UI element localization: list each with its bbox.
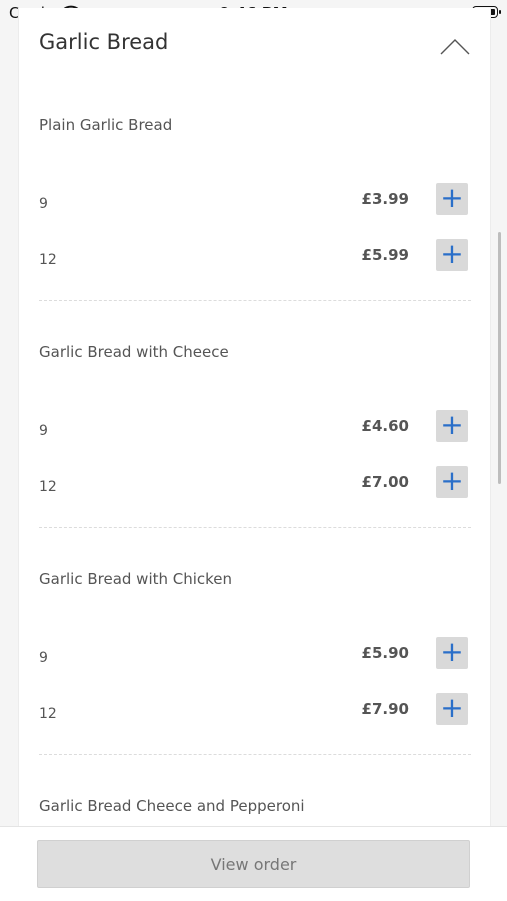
add-button[interactable]: + bbox=[436, 183, 468, 215]
chevron-up-icon[interactable] bbox=[435, 34, 475, 60]
size-label: 9 bbox=[39, 650, 48, 666]
price-label: £7.90 bbox=[361, 700, 409, 718]
size-label: 12 bbox=[39, 479, 57, 495]
plus-icon: + bbox=[440, 464, 464, 497]
price-label: £5.90 bbox=[361, 644, 409, 662]
plus-icon: + bbox=[440, 635, 464, 668]
price-label: £4.60 bbox=[361, 417, 409, 435]
plus-icon: + bbox=[440, 408, 464, 441]
size-label: 12 bbox=[39, 252, 57, 268]
add-button[interactable]: + bbox=[436, 239, 468, 271]
size-label: 9 bbox=[39, 196, 48, 212]
view-order-button[interactable]: View order bbox=[37, 840, 470, 888]
plus-icon: + bbox=[440, 691, 464, 724]
bottom-bar: View order bbox=[0, 826, 507, 901]
add-button[interactable]: + bbox=[436, 410, 468, 442]
section-title: Garlic Bread bbox=[39, 30, 169, 54]
item-divider bbox=[39, 527, 471, 528]
price-label: £7.00 bbox=[361, 473, 409, 491]
add-button[interactable]: + bbox=[436, 466, 468, 498]
menu-item-name: Garlic Bread with Cheece bbox=[39, 343, 229, 361]
add-button[interactable]: + bbox=[436, 693, 468, 725]
menu-item-name: Garlic Bread Cheece and Pepperoni bbox=[39, 797, 305, 815]
plus-icon: + bbox=[440, 237, 464, 270]
item-divider bbox=[39, 300, 471, 301]
price-label: £5.99 bbox=[361, 246, 409, 264]
scrollbar[interactable] bbox=[498, 232, 501, 484]
size-label: 9 bbox=[39, 423, 48, 439]
plus-icon: + bbox=[440, 181, 464, 214]
menu-item-name: Garlic Bread with Chicken bbox=[39, 570, 233, 588]
add-button[interactable]: + bbox=[436, 637, 468, 669]
price-label: £3.99 bbox=[361, 190, 409, 208]
item-divider bbox=[39, 754, 471, 755]
menu-section-card: Garlic Bread Plain Garlic Bread 9 £3.99 … bbox=[18, 8, 491, 848]
menu-item-name: Plain Garlic Bread bbox=[39, 116, 173, 134]
size-label: 12 bbox=[39, 706, 57, 722]
